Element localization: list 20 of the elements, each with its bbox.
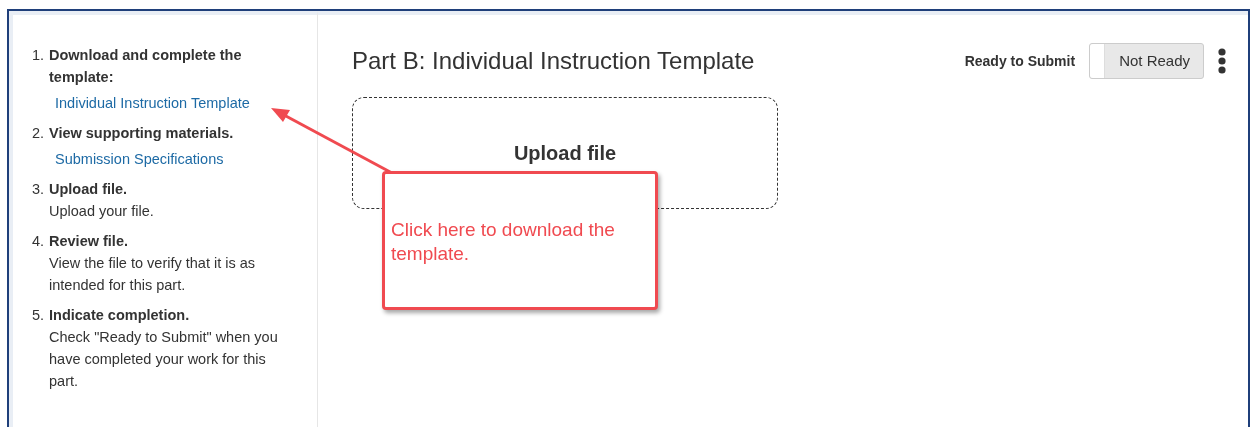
- template-link[interactable]: Individual Instruction Template: [55, 92, 250, 114]
- step-number: 4.: [32, 232, 46, 251]
- ready-toggle[interactable]: Not Ready: [1089, 43, 1204, 79]
- more-options-icon[interactable]: [1218, 48, 1226, 74]
- step-title: View supporting materials.: [49, 124, 234, 143]
- template-link[interactable]: Submission Specifications: [55, 148, 224, 170]
- step-number: 3.: [32, 180, 46, 199]
- toggle-label: Ready to Submit: [964, 53, 1076, 69]
- step-title: Review file.: [49, 232, 128, 251]
- step-description: Check "Ready to Submit" when you have completed your work for this part.: [49, 328, 279, 391]
- step-title: Upload file.: [49, 180, 128, 199]
- step-title: Indicate completion.: [49, 306, 190, 325]
- step-description: Upload your file.: [49, 202, 154, 221]
- part-title: Part B: Individual Instruction Template: [352, 47, 755, 75]
- callout-text: Click here to download the template.: [391, 218, 616, 266]
- step-number: 5.: [32, 306, 46, 325]
- step-number: 2.: [32, 124, 46, 143]
- step-description: View the file to verify that it is as intended for this part.: [49, 254, 257, 295]
- step-title: Download and complete the template:: [49, 46, 243, 87]
- step-number: 1.: [32, 46, 46, 65]
